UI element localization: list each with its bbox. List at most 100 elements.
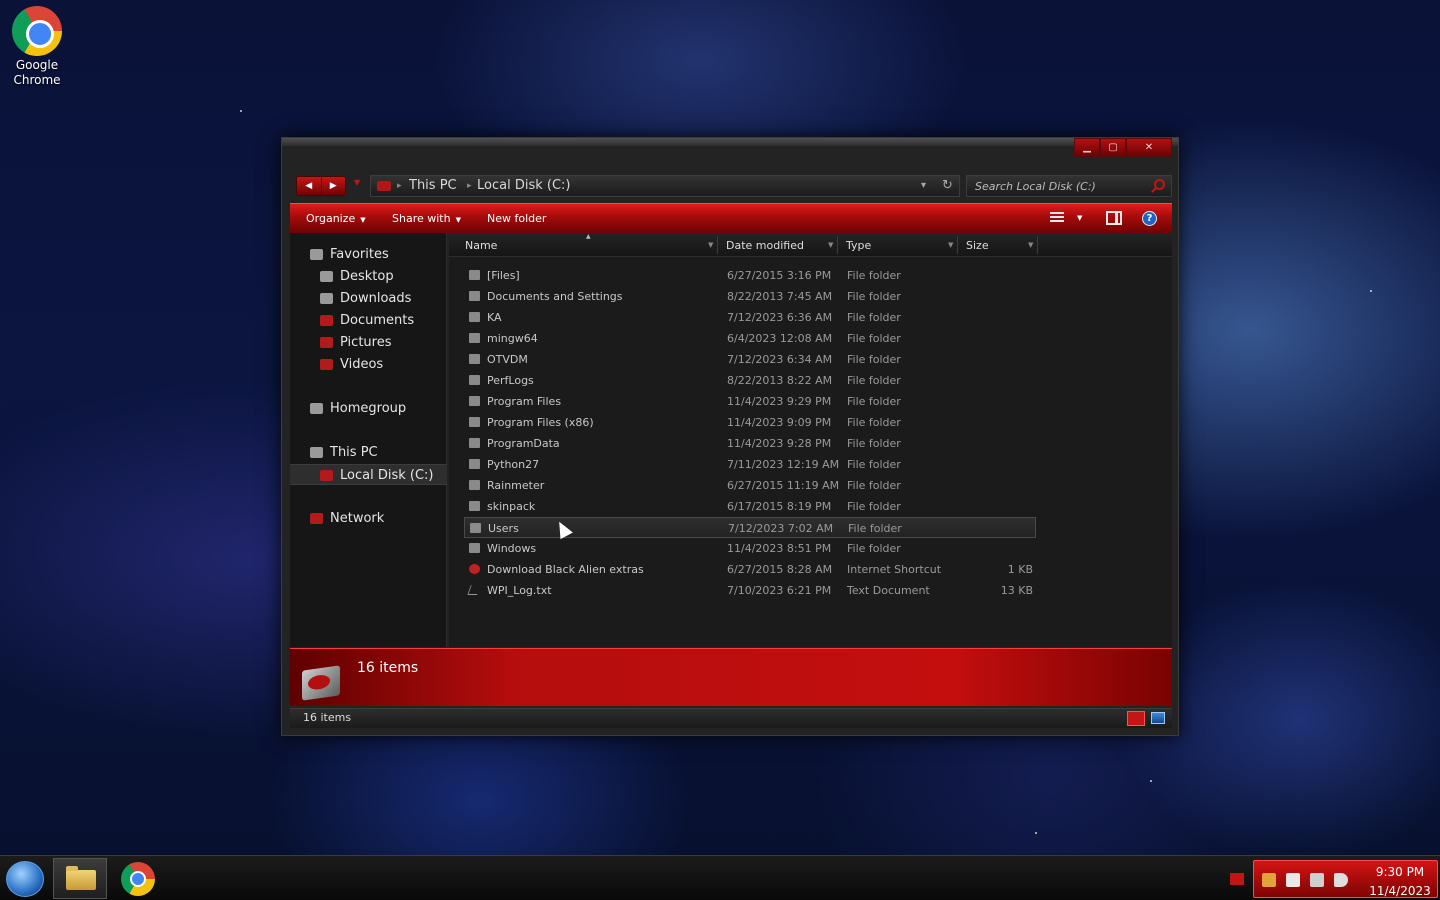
show-hidden-icons-icon[interactable] — [1230, 873, 1244, 885]
file-type: File folder — [847, 542, 901, 555]
column-date-modified[interactable]: Date modified — [726, 233, 804, 256]
breadcrumb-this-pc[interactable]: This PC — [409, 176, 457, 196]
minimize-button[interactable]: ▁ — [1074, 138, 1100, 157]
window-title-bar[interactable] — [282, 138, 1178, 146]
column-divider[interactable] — [957, 236, 958, 254]
nav-desktop[interactable]: Desktop — [290, 266, 447, 287]
table-row[interactable]: Python27 7/11/2023 12:19 AM File folder — [464, 454, 1036, 475]
start-button[interactable] — [6, 861, 44, 897]
folder-icon — [469, 333, 480, 343]
details-view-icon[interactable] — [1127, 711, 1145, 726]
computer-icon — [310, 447, 323, 458]
table-row[interactable]: Windows 11/4/2023 8:51 PM File folder — [464, 538, 1036, 559]
table-row[interactable]: Program Files 11/4/2023 9:29 PM File folde… — [464, 391, 1036, 412]
file-date: 7/12/2023 6:36 AM — [727, 311, 833, 324]
nav-documents[interactable]: Documents — [290, 310, 447, 331]
file-list-pane: ▲ Name ▼ Date modified ▼ Type ▼ Size ▼ [… — [449, 233, 1172, 647]
address-bar[interactable]: ▸ This PC ▸ Local Disk (C:) ▾ ↻ — [370, 175, 960, 197]
table-row[interactable]: Rainmeter 6/27/2015 11:19 AM File folder — [464, 475, 1036, 496]
file-name: [Files] — [487, 269, 520, 282]
file-date: 7/11/2023 12:19 AM — [727, 458, 840, 471]
view-dropdown-icon[interactable]: ▼ — [1077, 204, 1082, 233]
table-row[interactable]: WPI_Log.txt 7/10/2023 6:21 PM Text Documen… — [464, 580, 1036, 601]
chevron-down-icon: ▼ — [360, 216, 366, 224]
text-document-icon — [467, 585, 481, 595]
column-divider[interactable] — [1037, 236, 1038, 254]
recent-locations-button[interactable]: ▼ — [354, 178, 360, 187]
nav-favorites[interactable]: Favorites — [290, 244, 447, 265]
file-name: Download Black Alien extras — [487, 563, 644, 576]
nav-homegroup[interactable]: Homegroup — [290, 398, 447, 419]
column-size[interactable]: Size — [966, 233, 989, 256]
chevron-down-icon[interactable]: ▼ — [708, 233, 713, 258]
nav-pictures[interactable]: Pictures — [290, 332, 447, 353]
preview-pane-icon[interactable] — [1106, 211, 1122, 225]
file-type: File folder — [847, 479, 901, 492]
chevron-down-icon[interactable]: ▼ — [1028, 233, 1033, 258]
desktop-icon-google-chrome[interactable]: Google Chrome — [6, 6, 68, 88]
nav-network[interactable]: Network — [290, 508, 447, 529]
action-center-flag-icon[interactable] — [1286, 873, 1300, 887]
table-row[interactable]: KA 7/12/2023 6:36 AM File folder — [464, 307, 1036, 328]
new-folder-button[interactable]: New folder — [487, 204, 546, 233]
nav-local-disk[interactable]: Local Disk (C:) — [290, 464, 447, 485]
drive-icon — [302, 665, 340, 701]
table-row[interactable]: ProgramData 11/4/2023 9:28 PM File folder — [464, 433, 1036, 454]
close-button[interactable]: ✕ — [1126, 138, 1172, 157]
videos-icon — [320, 359, 333, 370]
folder-icon — [469, 417, 480, 427]
volume-icon[interactable] — [1334, 873, 1348, 887]
tray-app-icon[interactable] — [1262, 873, 1276, 887]
column-divider[interactable] — [837, 236, 838, 254]
table-row[interactable]: Download Black Alien extras 6/27/2015 8:2… — [464, 559, 1036, 580]
nav-videos[interactable]: Videos — [290, 354, 447, 375]
folder-icon — [469, 396, 480, 406]
pictures-icon — [320, 337, 333, 348]
file-name: skinpack — [487, 500, 536, 513]
nav-label: Favorites — [330, 247, 389, 262]
taskbar-chrome-icon[interactable] — [121, 862, 155, 896]
table-row-hovered[interactable]: Users 7/12/2023 7:02 AM File folder — [464, 517, 1036, 538]
table-row[interactable]: mingw64 6/4/2023 12:08 AM File folder — [464, 328, 1036, 349]
nav-downloads[interactable]: Downloads — [290, 288, 447, 309]
folder-icon — [470, 523, 481, 533]
file-date: 6/27/2015 8:28 AM — [727, 563, 833, 576]
search-box — [966, 175, 1172, 197]
breadcrumb-local-disk[interactable]: Local Disk (C:) — [477, 176, 570, 196]
nav-label: Network — [330, 511, 385, 526]
table-row[interactable]: skinpack 6/17/2015 8:19 PM File folder — [464, 496, 1036, 517]
table-row[interactable]: OTVDM 7/12/2023 6:34 AM File folder — [464, 349, 1036, 370]
file-type: Internet Shortcut — [847, 563, 942, 576]
share-with-button[interactable]: Share with ▼ — [392, 204, 461, 235]
network-icon[interactable] — [1310, 873, 1324, 887]
view-options-icon[interactable] — [1050, 212, 1064, 224]
help-icon[interactable]: ? — [1142, 211, 1157, 226]
nav-this-pc[interactable]: This PC — [290, 442, 447, 463]
search-icon[interactable] — [1154, 179, 1165, 190]
table-row[interactable]: Documents and Settings 8/22/2013 7:45 AM F… — [464, 286, 1036, 307]
chevron-down-icon[interactable]: ▼ — [948, 233, 953, 258]
taskbar-file-explorer[interactable] — [53, 858, 107, 899]
table-row[interactable]: [Files] 6/27/2015 3:16 PM File folder — [464, 265, 1036, 286]
organize-button[interactable]: Organize ▼ — [306, 204, 366, 235]
table-row[interactable]: Program Files (x86) 11/4/2023 9:09 PM File… — [464, 412, 1036, 433]
file-date: 8/22/2013 7:45 AM — [727, 290, 833, 303]
folder-icon — [469, 354, 480, 364]
nav-label: Homegroup — [330, 401, 407, 416]
forward-button[interactable]: ▶ — [320, 177, 346, 195]
file-name: KA — [487, 311, 502, 324]
refresh-icon[interactable]: ↻ — [942, 176, 953, 196]
desktop-icon-label-line2: Chrome — [13, 73, 61, 87]
file-type: File folder — [847, 290, 901, 303]
table-row[interactable]: PerfLogs 8/22/2013 8:22 AM File folder — [464, 370, 1036, 391]
search-input[interactable] — [967, 176, 1147, 196]
column-name[interactable]: Name — [465, 233, 497, 256]
clock[interactable]: 9:30 PM 11/4/2023 — [1362, 863, 1438, 900]
large-icons-view-icon[interactable] — [1151, 712, 1165, 724]
address-dropdown-icon[interactable]: ▾ — [921, 176, 926, 196]
maximize-button[interactable]: ▢ — [1100, 138, 1126, 157]
back-button[interactable]: ◀ — [297, 177, 321, 195]
column-divider[interactable] — [717, 236, 718, 254]
chevron-down-icon[interactable]: ▼ — [828, 233, 833, 258]
column-type[interactable]: Type — [846, 233, 871, 256]
